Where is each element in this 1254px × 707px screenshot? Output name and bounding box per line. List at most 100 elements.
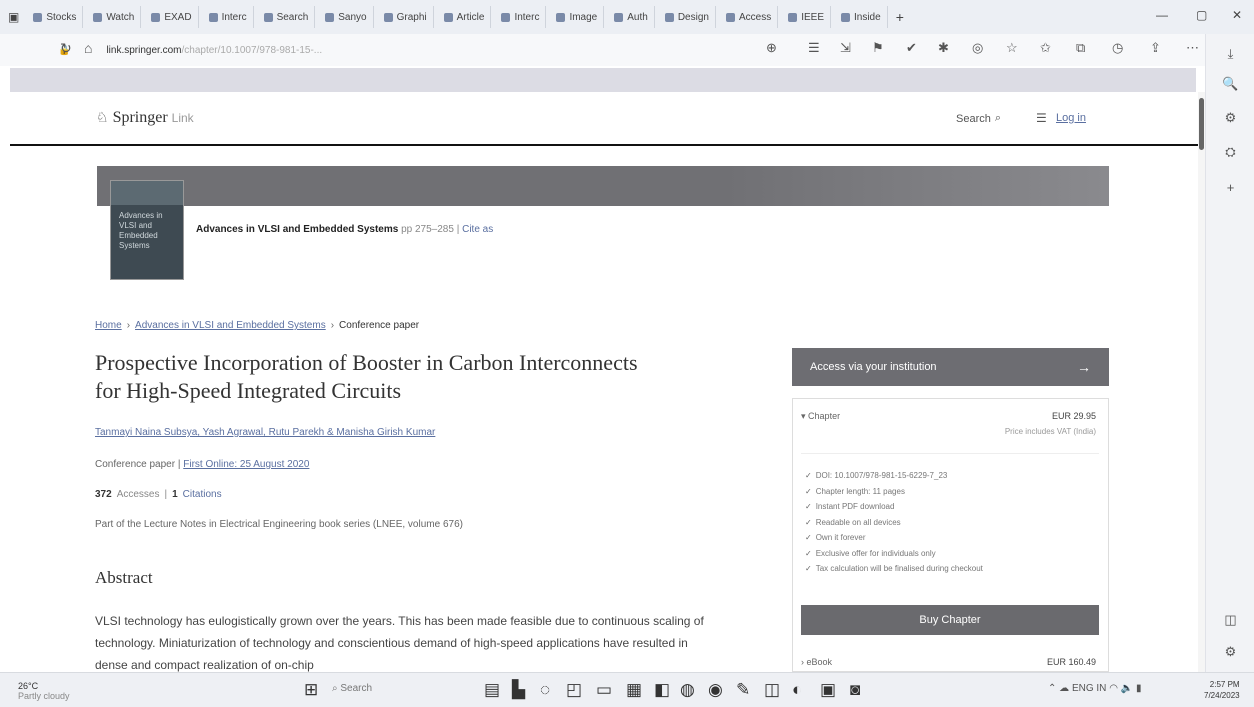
breadcrumb-current: Conference paper — [339, 320, 420, 331]
file-explorer-icon[interactable]: ▙ — [512, 680, 525, 700]
calendar-icon[interactable]: ▦ — [626, 680, 642, 700]
breadcrumb-home[interactable]: Home — [95, 320, 122, 331]
breadcrumb-book[interactable]: Advances in VLSI and Embedded Systems — [135, 320, 326, 331]
extension-icon[interactable]: ⚑ — [872, 40, 884, 56]
search-sidebar-icon[interactable]: 🔍 — [1206, 76, 1254, 92]
paint-icon[interactable]: ✎ — [736, 680, 750, 700]
download-icon[interactable]: ⤓ — [1206, 46, 1254, 62]
taskbar-search[interactable]: ⌕ Search — [332, 683, 372, 694]
split-screen-icon[interactable]: ◫ — [1206, 612, 1254, 628]
browser-icon[interactable]: ◍ — [680, 680, 695, 700]
cover-title: Advances in VLSI and Embedded Systems — [119, 211, 163, 250]
maximize-button[interactable]: ▢ — [1196, 8, 1207, 22]
browser-tab[interactable]: Graphi — [378, 6, 434, 28]
close-button[interactable]: ✕ — [1232, 8, 1242, 22]
edge-icon[interactable]: ◐ — [792, 680, 802, 700]
store-icon[interactable]: ◰ — [566, 680, 582, 700]
app-icon[interactable]: ◧ — [654, 680, 670, 700]
first-online-date[interactable]: First Online: 25 August 2020 — [183, 459, 309, 470]
buy-chapter-button[interactable]: Buy Chapter — [801, 605, 1099, 635]
browser-tab[interactable]: Inside — [835, 6, 888, 28]
chapter-label: Chapter — [808, 411, 841, 421]
start-icon[interactable]: ⊞ — [304, 680, 318, 700]
url-field[interactable]: link.springer.com/chapter/10.1007/978-98… — [106, 45, 322, 56]
tab-actions-icon[interactable]: ▣ — [8, 10, 19, 24]
abstract-heading: Abstract — [95, 568, 153, 587]
chat-icon[interactable]: ◌ — [540, 680, 550, 700]
cite-as-link[interactable]: Cite as — [462, 224, 493, 235]
folder-icon[interactable]: ▭ — [596, 680, 612, 700]
login-link[interactable]: Log in — [1056, 112, 1086, 124]
cover-strip — [111, 181, 183, 205]
url-path: /chapter/10.1007/978-981-15-... — [181, 44, 323, 56]
chapter-price: EUR 29.95 — [1051, 411, 1096, 421]
minimize-button[interactable]: — — [1156, 8, 1168, 22]
browser-tab[interactable]: IEEE — [782, 6, 831, 28]
browser-tab[interactable]: Stocks — [27, 6, 84, 28]
history-icon[interactable]: ◷ — [1112, 40, 1123, 56]
new-tab-icon[interactable]: + — [896, 9, 904, 25]
ebook-toggle[interactable]: › eBook — [801, 657, 832, 667]
feature-item: DOI: 10.1007/978-981-15-6229-7_23 — [801, 468, 1099, 484]
address-bar[interactable]: 🔒 link.springer.com/chapter/10.1007/978-… — [0, 34, 1205, 66]
tools-icon[interactable]: ⛭ — [1206, 144, 1254, 160]
more-icon[interactable]: ⋯ — [1186, 40, 1199, 56]
home-icon[interactable]: ⌂ — [84, 40, 92, 56]
customize-icon[interactable]: ⚙ — [1206, 644, 1254, 660]
favorites-icon[interactable]: ✩ — [1040, 40, 1051, 56]
series-info[interactable]: Part of the Lecture Notes in Electrical … — [95, 519, 463, 530]
collections-icon[interactable]: ⧉ — [1076, 40, 1085, 56]
weather-desc: Partly cloudy — [18, 691, 70, 701]
browser-tab-bar: ▣ Stocks Watch EXAD Interc Search Sanyo … — [0, 0, 1254, 34]
chrome-icon[interactable]: ◉ — [708, 680, 723, 700]
feature-item: Tax calculation will be finalised during… — [801, 561, 1099, 577]
browser-tab[interactable]: Interc — [495, 6, 547, 28]
browser-tab[interactable]: Design — [659, 6, 716, 28]
add-icon[interactable]: + — [1206, 180, 1254, 195]
favorites-bar — [10, 68, 1196, 92]
search-link[interactable]: Search ⌕ — [956, 112, 1001, 125]
feature-item: Instant PDF download — [801, 499, 1099, 515]
download-check-icon[interactable]: ✔ — [906, 40, 917, 56]
settings-app-icon[interactable]: ◫ — [764, 680, 780, 700]
scrollbar-thumb[interactable] — [1199, 98, 1204, 150]
tray-language: ENG — [1071, 683, 1094, 694]
browser-tab[interactable]: Search — [258, 6, 316, 28]
location-icon[interactable]: ◎ — [972, 40, 983, 56]
chapter-toggle[interactable]: ▾ Chapter — [801, 411, 840, 422]
settings-icon[interactable]: ⚙ — [1206, 110, 1254, 126]
menu-icon[interactable]: ☰ — [1036, 111, 1047, 125]
tab-favicon-icon — [841, 12, 850, 22]
book-title-link[interactable]: Advances in VLSI and Embedded Systems — [196, 224, 398, 235]
browser-tab[interactable]: Sanyo — [319, 6, 374, 28]
pub-type: Conference paper — [95, 459, 176, 470]
springer-logo[interactable]: ♘ Springer Link — [96, 109, 194, 127]
system-tray[interactable]: ⌃ ☁ ENG IN ◠ 🔈 ▮ — [1048, 683, 1141, 694]
browser-tab[interactable]: Auth — [608, 6, 655, 28]
zoom-icon[interactable]: ⇲ — [840, 40, 851, 56]
puzzle-icon[interactable]: ✱ — [938, 40, 949, 56]
share-icon[interactable]: ⇪ — [1150, 40, 1161, 56]
book-cover-image[interactable]: Advances in VLSI and Embedded Systems — [110, 180, 184, 280]
browser-tab[interactable]: EXAD — [145, 6, 199, 28]
browser-tab[interactable]: Watch — [87, 6, 142, 28]
author-list[interactable]: Tanmayi Naina Subsya, Yash Agrawal, Rutu… — [95, 427, 435, 438]
task-view-icon[interactable]: ▤ — [484, 680, 500, 700]
breadcrumb-separator-icon: › — [330, 320, 335, 331]
translate-icon[interactable]: ☰ — [808, 40, 820, 56]
browser-tab[interactable]: Interc — [203, 6, 254, 28]
scrollbar[interactable] — [1198, 92, 1205, 672]
browser-tab[interactable]: Article — [438, 6, 492, 28]
photos-icon[interactable]: ▣ — [820, 680, 836, 700]
institution-access-button[interactable]: Access via your institution → — [792, 348, 1109, 386]
browser-tab[interactable]: Access — [720, 6, 779, 28]
read-aloud-icon[interactable]: ⊕ — [766, 40, 777, 56]
browser-tab[interactable]: Image — [550, 6, 605, 28]
chevron-right-icon: › — [801, 657, 804, 667]
refresh-icon[interactable]: ↻ — [60, 40, 72, 57]
media-icon[interactable]: ◙ — [850, 680, 860, 700]
weather-widget[interactable]: 26°C Partly cloudy — [18, 681, 70, 701]
clock[interactable]: 2:57 PM 7/24/2023 — [1204, 679, 1240, 701]
citations-link[interactable]: Citations — [183, 489, 222, 500]
bookmark-icon[interactable]: ☆ — [1006, 40, 1018, 56]
